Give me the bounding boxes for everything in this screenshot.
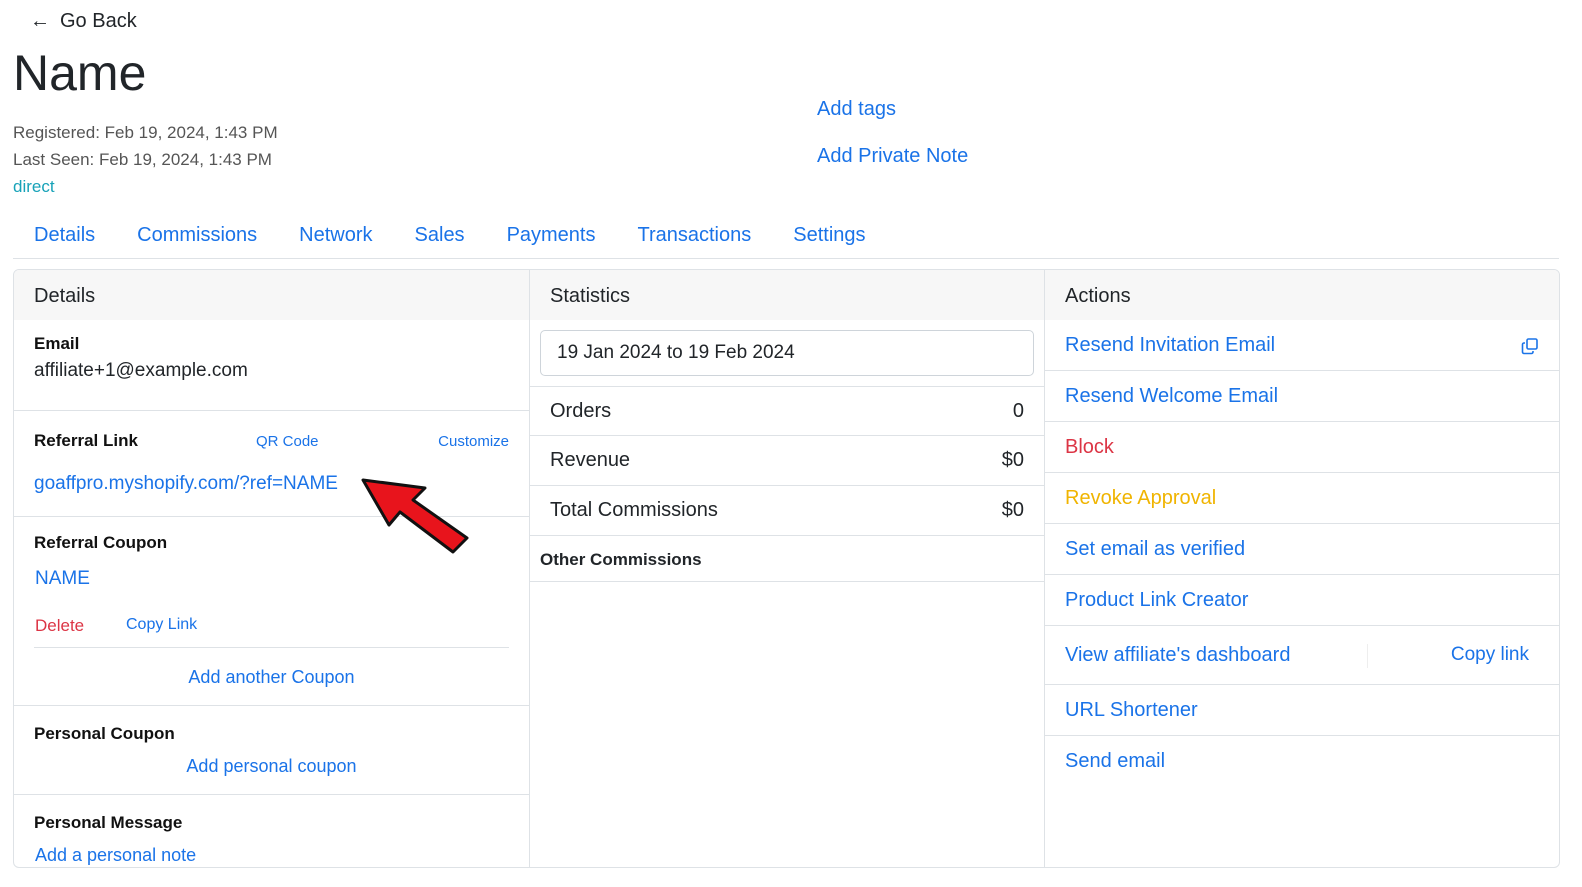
stat-row-revenue: Revenue $0 <box>530 436 1044 486</box>
source-label: direct <box>13 177 55 196</box>
personal-coupon-section: Personal Coupon Add personal coupon <box>14 706 529 795</box>
add-tags-link[interactable]: Add tags <box>817 86 968 133</box>
email-value: affiliate+1@example.com <box>34 360 248 381</box>
view-dashboard-row: View affiliate's dashboard Copy link <box>1045 626 1559 685</box>
go-back-label: Go Back <box>60 10 137 32</box>
referral-coupon-label: Referral Coupon <box>34 533 168 552</box>
statistics-column: Statistics 19 Jan 2024 to 19 Feb 2024 Or… <box>530 270 1045 867</box>
delete-coupon-button[interactable]: Delete <box>35 616 84 636</box>
stat-value: $0 <box>1001 499 1024 521</box>
copy-dashboard-link[interactable]: Copy link <box>1451 644 1529 666</box>
tags-area: Add tags Add Private Note <box>817 86 968 180</box>
tab-payments[interactable]: Payments <box>486 218 617 258</box>
stat-label: Total Commissions <box>550 499 718 521</box>
registered-date: Registered: Feb 19, 2024, 1:43 PM <box>13 123 278 142</box>
email-section: Email affiliate+1@example.com <box>14 320 529 411</box>
referral-link[interactable]: goaffpro.myshopify.com/?ref=NAME <box>34 473 338 495</box>
url-shortener-button[interactable]: URL Shortener <box>1045 685 1559 736</box>
tab-transactions[interactable]: Transactions <box>617 218 773 258</box>
coupon-divider <box>34 647 509 648</box>
referral-link-label: Referral Link <box>34 431 138 450</box>
copy-icon[interactable] <box>1521 337 1539 355</box>
personal-coupon-label: Personal Coupon <box>34 724 175 743</box>
details-header: Details <box>14 270 529 320</box>
statistics-header: Statistics <box>530 270 1044 320</box>
other-commissions-heading: Other Commissions <box>530 536 1044 582</box>
stat-row-orders: Orders 0 <box>530 386 1044 436</box>
details-column: Details Email affiliate+1@example.com Re… <box>14 270 530 867</box>
resend-welcome-email-button[interactable]: Resend Welcome Email <box>1045 371 1559 422</box>
send-email-button[interactable]: Send email <box>1045 736 1559 787</box>
revoke-approval-button[interactable]: Revoke Approval <box>1045 473 1559 524</box>
tab-network[interactable]: Network <box>278 218 393 258</box>
stat-value: $0 <box>1001 449 1024 471</box>
coupon-code[interactable]: NAME <box>35 568 90 590</box>
view-dashboard-link[interactable]: View affiliate's dashboard <box>1065 644 1290 667</box>
email-label: Email <box>34 334 80 353</box>
red-arrow-icon <box>361 478 469 554</box>
main-panel: Details Email affiliate+1@example.com Re… <box>13 269 1560 868</box>
set-email-verified-button[interactable]: Set email as verified <box>1045 524 1559 575</box>
date-range-picker[interactable]: 19 Jan 2024 to 19 Feb 2024 <box>540 330 1034 376</box>
stat-row-total-commissions: Total Commissions $0 <box>530 486 1044 536</box>
stat-label: Orders <box>550 399 612 422</box>
affiliate-meta: Registered: Feb 19, 2024, 1:43 PM Last S… <box>13 119 278 200</box>
actions-header: Actions <box>1045 270 1559 320</box>
qr-code-link[interactable]: QR Code <box>256 433 319 450</box>
customize-link[interactable]: Customize <box>438 433 509 450</box>
last-seen-date: Last Seen: Feb 19, 2024, 1:43 PM <box>13 150 272 169</box>
copy-coupon-link[interactable]: Copy Link <box>126 616 197 634</box>
block-button[interactable]: Block <box>1045 422 1559 473</box>
stat-label: Revenue <box>550 449 631 471</box>
personal-message-label: Personal Message <box>34 813 183 832</box>
add-another-coupon-link[interactable]: Add another Coupon <box>14 667 529 688</box>
stat-value: 0 <box>1012 399 1024 422</box>
separator <box>1367 644 1368 668</box>
actions-column: Actions Resend Invitation Email Resend W… <box>1045 270 1559 867</box>
tab-sales[interactable]: Sales <box>394 218 486 258</box>
tab-settings[interactable]: Settings <box>772 218 886 258</box>
tab-commissions[interactable]: Commissions <box>116 218 278 258</box>
arrow-left-icon: ← <box>30 10 50 32</box>
add-personal-coupon-link[interactable]: Add personal coupon <box>14 756 529 777</box>
tab-details[interactable]: Details <box>13 218 116 258</box>
tab-bar: Details Commissions Network Sales Paymen… <box>13 218 1559 259</box>
add-personal-note-link[interactable]: Add a personal note <box>35 845 196 866</box>
go-back-link[interactable]: ← Go Back <box>30 10 137 33</box>
personal-message-section: Personal Message Add a personal note <box>14 795 529 867</box>
resend-invitation-email-button[interactable]: Resend Invitation Email <box>1045 320 1559 371</box>
product-link-creator-button[interactable]: Product Link Creator <box>1045 575 1559 626</box>
add-private-note-link[interactable]: Add Private Note <box>817 133 968 180</box>
page-title: Name <box>13 45 147 101</box>
resend-invitation-label: Resend Invitation Email <box>1065 333 1276 356</box>
